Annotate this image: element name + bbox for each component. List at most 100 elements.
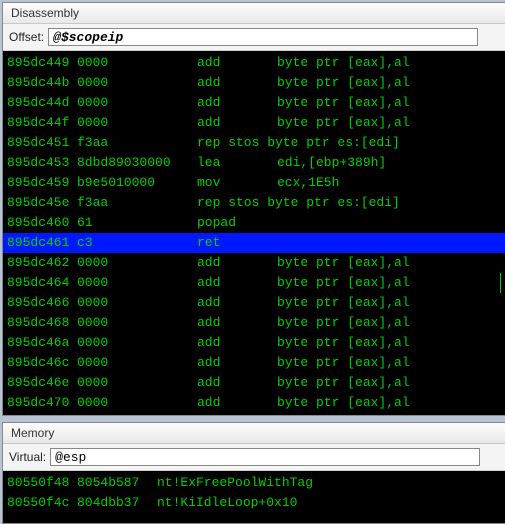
disasm-row[interactable]: 895dc44b0000addbyte ptr [eax],al [3,73,505,93]
bytes: 0000 [77,253,197,273]
mnemonic: popad [197,213,501,233]
operands: byte ptr [eax],al [277,53,501,73]
mem-addr: 80550f48 [7,473,77,493]
disasm-row[interactable]: 895dc4660000addbyte ptr [eax],al [3,293,505,313]
addr: 895dc468 [7,313,77,333]
addr: 895dc45e [7,193,77,213]
operands: ecx,1E5h [277,173,501,193]
disasm-row[interactable]: 895dc4490000addbyte ptr [eax],al [3,53,505,73]
addr: 895dc460 [7,213,77,233]
addr: 895dc44f [7,113,77,133]
addr: 895dc44b [7,73,77,93]
bytes: f3aa [77,133,197,153]
operands: byte ptr [eax],al [277,313,501,333]
operands: byte ptr [eax],al [277,113,501,133]
mem-symbol: nt!ExFreePoolWithTag [157,473,501,493]
mem-value: 8054b587 [77,473,157,493]
bytes: 0000 [77,273,197,293]
disasm-row[interactable]: 895dc46a0000addbyte ptr [eax],al [3,333,505,353]
operands: byte ptr [eax],al [277,333,501,353]
offset-input[interactable] [48,28,478,46]
addr: 895dc461 [7,233,77,253]
mnemonic: add [197,393,277,413]
bytes: 0000 [77,373,197,393]
operands: byte ptr [eax],al [277,353,501,373]
mnemonic: add [197,333,277,353]
memory-row[interactable]: 80550f4c804dbb37nt!KiIdleLoop+0x10 [3,493,505,513]
operands: byte ptr [eax],al [277,393,501,413]
addr: 895dc470 [7,393,77,413]
bytes: 8dbd89030000 [77,153,197,173]
bytes: 0000 [77,353,197,373]
mnemonic: rep stos byte ptr es:[edi] [197,133,501,153]
disasm-row[interactable]: 895dc4538dbd89030000leaedi,[ebp+389h] [3,153,505,173]
addr: 895dc44d [7,93,77,113]
disasm-row[interactable]: 895dc461c3ret [3,233,505,253]
mnemonic: rep stos byte ptr es:[edi] [197,193,501,213]
bytes: 0000 [77,393,197,413]
bytes: 0000 [77,73,197,93]
addr: 895dc459 [7,173,77,193]
mnemonic: add [197,373,277,393]
addr: 895dc451 [7,133,77,153]
mnemonic: add [197,273,277,293]
disassembly-panel: Disassembly Offset: 895dc4490000addbyte … [2,2,505,416]
mem-addr: 80550f4c [7,493,77,513]
memory-listing[interactable]: 80550f488054b587nt!ExFreePoolWithTag8055… [3,471,505,523]
memory-row[interactable]: 80550f488054b587nt!ExFreePoolWithTag [3,473,505,493]
offset-label: Offset: [9,30,44,44]
addr: 895dc453 [7,153,77,173]
disassembly-title: Disassembly [3,3,505,24]
virtual-label: Virtual: [9,450,46,464]
memory-panel: Memory Virtual: 80550f488054b587nt!ExFre… [2,422,505,524]
disasm-row[interactable]: 895dc4620000addbyte ptr [eax],al [3,253,505,273]
disasm-row[interactable]: 895dc46c0000addbyte ptr [eax],al [3,353,505,373]
mnemonic: add [197,53,277,73]
bytes: c3 [77,233,197,253]
mnemonic: add [197,73,277,93]
operands: byte ptr [eax],al [277,293,501,313]
mnemonic: add [197,313,277,333]
addr: 895dc46e [7,373,77,393]
operands: byte ptr [eax],al [277,273,501,293]
bytes: 0000 [77,313,197,333]
disasm-row[interactable]: 895dc459b9e5010000movecx,1E5h [3,173,505,193]
addr: 895dc46a [7,333,77,353]
virtual-input[interactable] [50,448,480,466]
memory-toolbar: Virtual: [3,444,505,471]
disasm-row[interactable]: 895dc4680000addbyte ptr [eax],al [3,313,505,333]
mnemonic: add [197,353,277,373]
addr: 895dc462 [7,253,77,273]
disasm-row[interactable]: 895dc44f0000addbyte ptr [eax],al [3,113,505,133]
mnemonic: lea [197,153,277,173]
mem-symbol: nt!KiIdleLoop+0x10 [157,493,501,513]
disasm-row[interactable]: 895dc46e0000addbyte ptr [eax],al [3,373,505,393]
bytes: 0000 [77,293,197,313]
bytes: 0000 [77,53,197,73]
mnemonic: add [197,293,277,313]
disasm-row[interactable]: 895dc46061popad [3,213,505,233]
disasm-row[interactable]: 895dc4700000addbyte ptr [eax],al [3,393,505,413]
addr: 895dc466 [7,293,77,313]
disasm-row[interactable]: 895dc451f3aarep stos byte ptr es:[edi] [3,133,505,153]
mnemonic: add [197,93,277,113]
bytes: f3aa [77,193,197,213]
mnemonic: mov [197,173,277,193]
disasm-row[interactable]: 895dc44d0000addbyte ptr [eax],al [3,93,505,113]
bytes: b9e5010000 [77,173,197,193]
mnemonic: add [197,113,277,133]
mem-value: 804dbb37 [77,493,157,513]
addr: 895dc464 [7,273,77,293]
bytes: 0000 [77,113,197,133]
disasm-row[interactable]: 895dc45ef3aarep stos byte ptr es:[edi] [3,193,505,213]
disasm-row[interactable]: 895dc4640000addbyte ptr [eax],al [3,273,505,293]
bytes: 0000 [77,93,197,113]
memory-title: Memory [3,423,505,444]
disassembly-listing[interactable]: 895dc4490000addbyte ptr [eax],al895dc44b… [3,51,505,415]
bytes: 61 [77,213,197,233]
operands: byte ptr [eax],al [277,253,501,273]
bytes: 0000 [77,333,197,353]
mnemonic: ret [197,233,501,253]
addr: 895dc449 [7,53,77,73]
mnemonic: add [197,253,277,273]
